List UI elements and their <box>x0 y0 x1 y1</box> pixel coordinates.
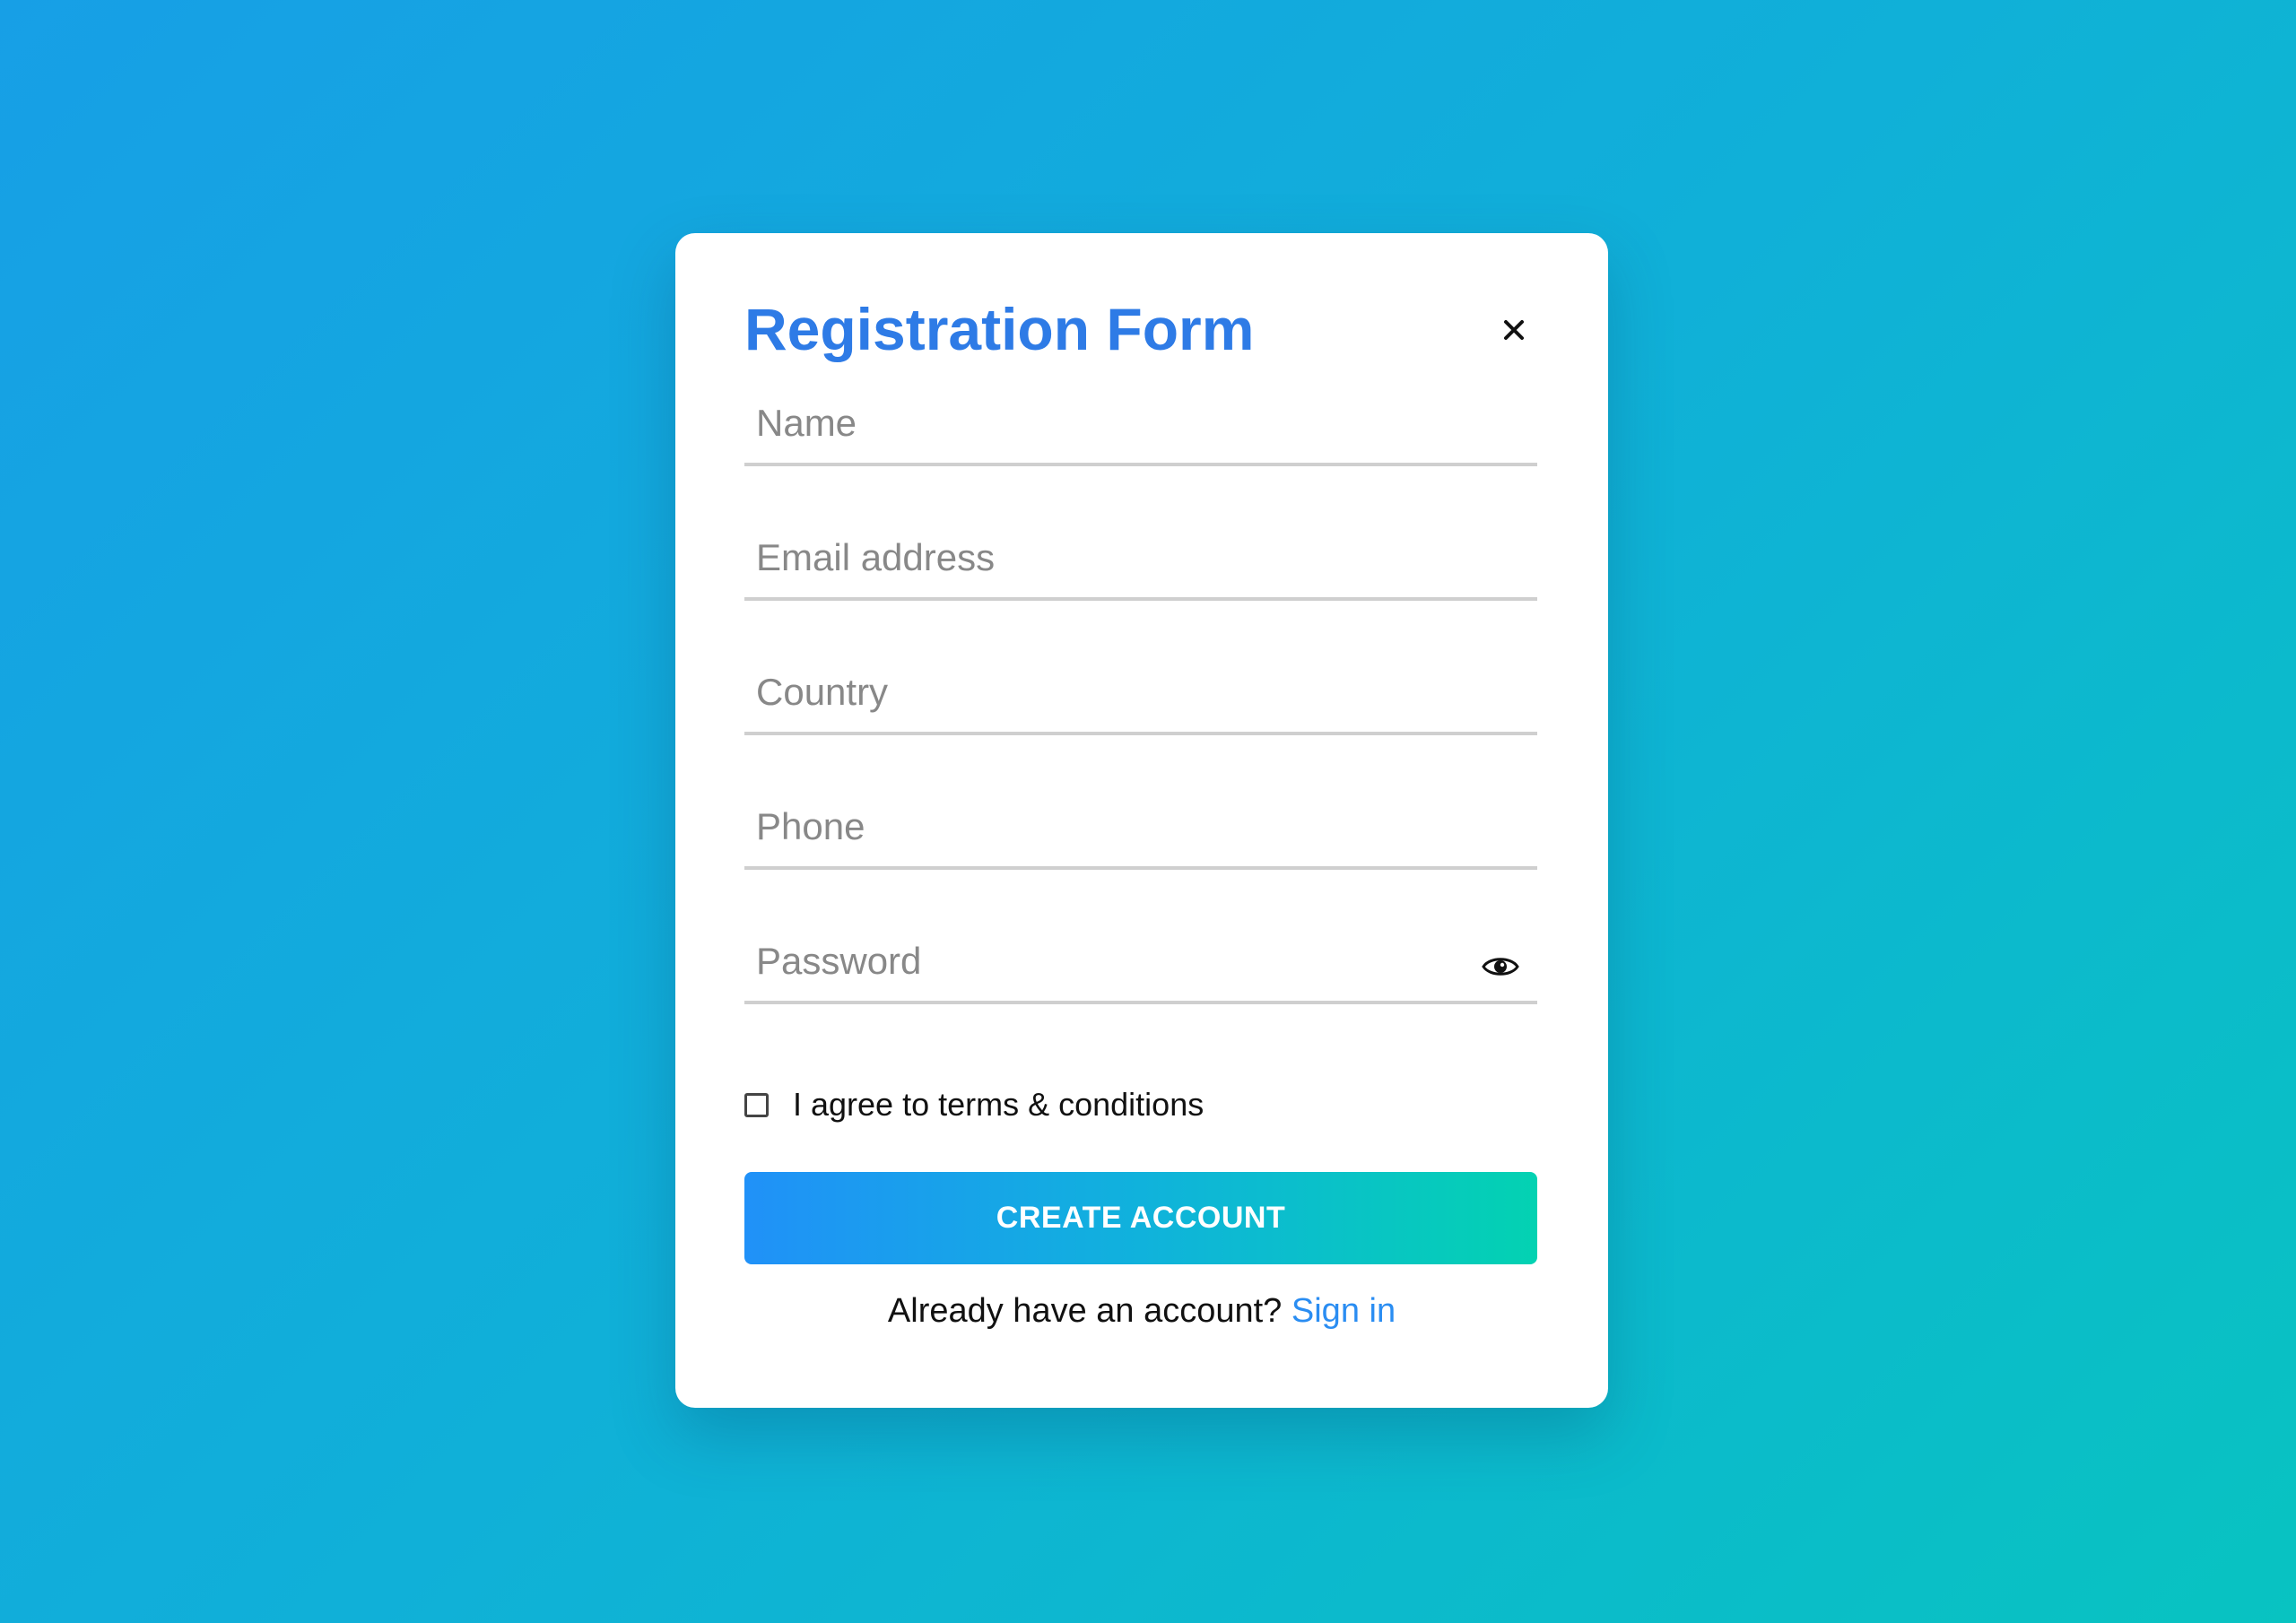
close-button[interactable] <box>1492 308 1536 352</box>
terms-row: I agree to terms & conditions <box>744 1082 1204 1127</box>
signin-prompt: Already have an account? Sign in <box>675 1292 1608 1331</box>
terms-label: I agree to terms & conditions <box>793 1086 1205 1123</box>
registration-card: Registration Form I agree to terms & con… <box>675 233 1608 1408</box>
phone-field <box>744 780 1537 870</box>
email-field <box>744 511 1537 601</box>
phone-input[interactable] <box>744 800 1462 854</box>
create-account-button[interactable]: CREATE ACCOUNT <box>744 1172 1537 1264</box>
close-icon <box>1504 320 1524 340</box>
email-input[interactable] <box>744 531 1462 585</box>
form-title: Registration Form <box>744 296 1255 362</box>
name-field <box>744 377 1537 466</box>
terms-checkbox[interactable] <box>744 1092 769 1117</box>
name-input[interactable] <box>744 396 1462 450</box>
eye-icon <box>1482 958 1519 976</box>
country-field <box>744 646 1537 735</box>
password-field <box>744 915 1537 1004</box>
signin-link[interactable]: Sign in <box>1292 1292 1396 1330</box>
password-toggle-button[interactable] <box>1482 952 1519 981</box>
password-input[interactable] <box>744 934 1462 988</box>
signin-prompt-text: Already have an account? <box>887 1292 1283 1330</box>
country-input[interactable] <box>744 665 1462 719</box>
